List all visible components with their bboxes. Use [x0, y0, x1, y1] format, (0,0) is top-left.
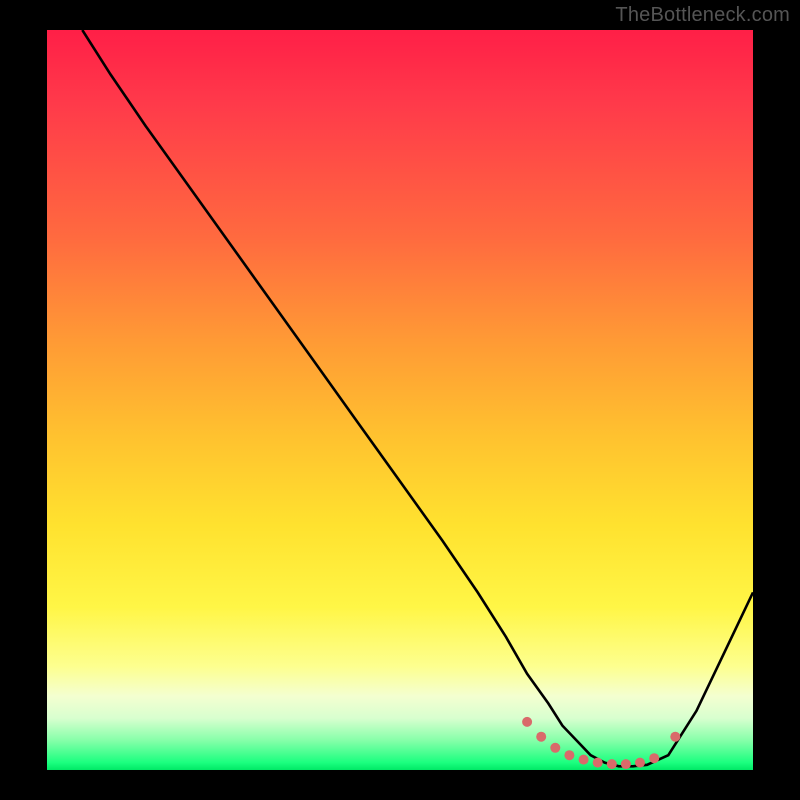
chart-area: [47, 30, 753, 770]
curve-marker: [593, 758, 603, 768]
bottleneck-curve: [82, 30, 753, 769]
curve-line: [82, 30, 753, 766]
curve-marker: [550, 743, 560, 753]
curve-marker: [579, 755, 589, 765]
watermark-text: TheBottleneck.com: [615, 4, 790, 27]
curve-marker: [621, 759, 631, 769]
curve-marker: [522, 717, 532, 727]
curve-marker: [564, 750, 574, 760]
curve-marker: [607, 759, 617, 769]
curve-marker: [635, 758, 645, 768]
curve-marker: [670, 732, 680, 742]
curve-marker: [649, 753, 659, 763]
curve-marker: [536, 732, 546, 742]
curve-markers: [522, 717, 680, 769]
chart-svg: [47, 30, 753, 770]
